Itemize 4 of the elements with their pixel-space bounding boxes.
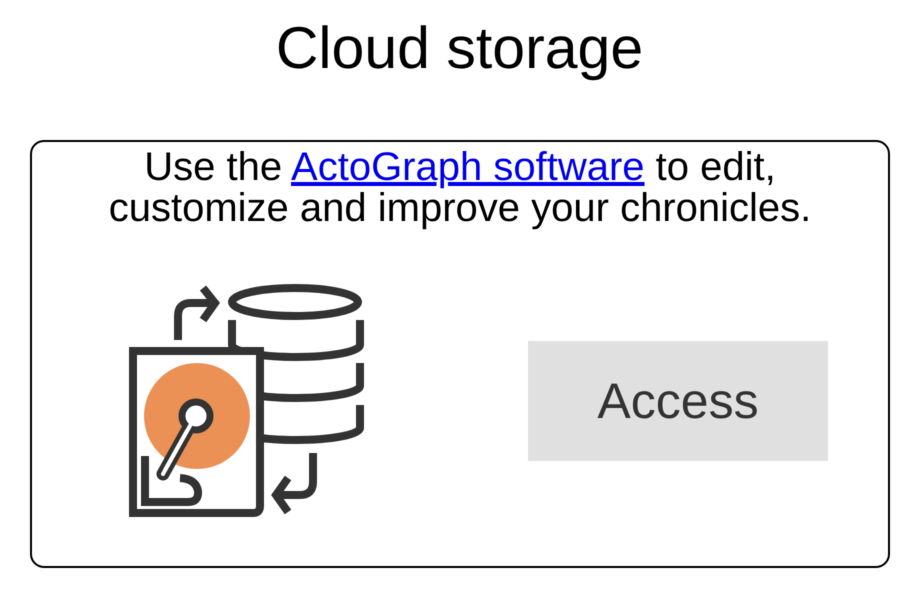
access-button[interactable]: Access bbox=[528, 341, 828, 461]
software-link[interactable]: ActoGraph software bbox=[291, 145, 645, 189]
description-text: Use the ActoGraph software to edit, customize and improve your chronicles. bbox=[108, 147, 812, 229]
page-title: Cloud storage bbox=[276, 18, 644, 78]
